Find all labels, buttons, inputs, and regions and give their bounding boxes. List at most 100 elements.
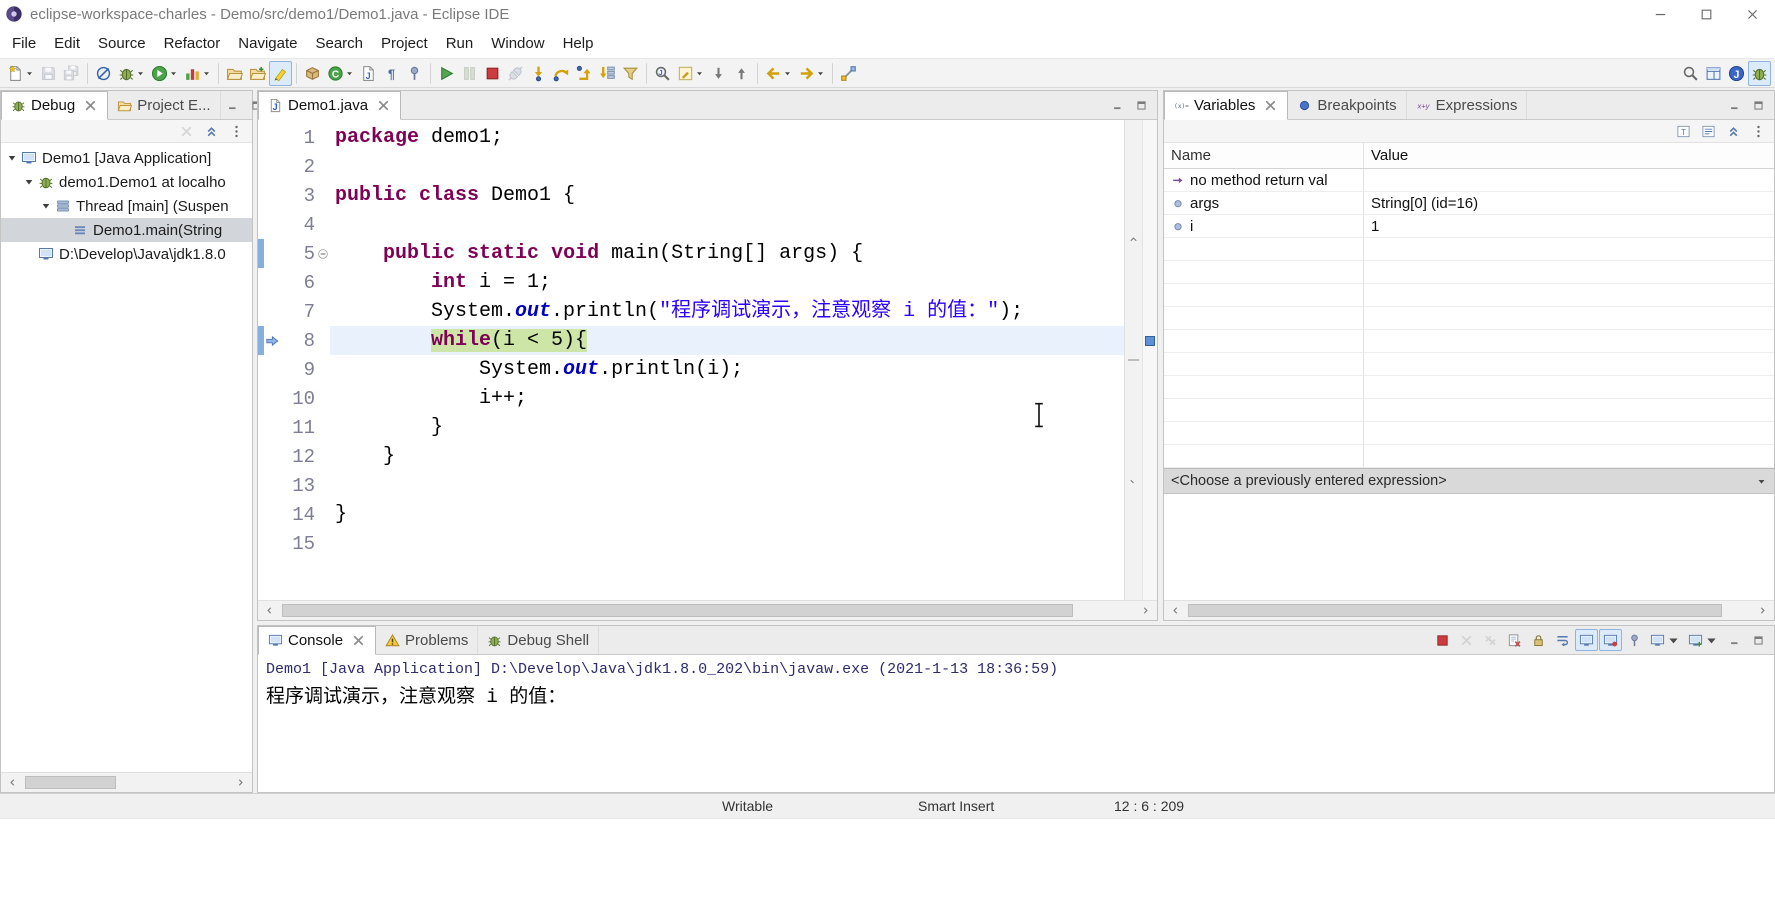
line-number[interactable]: 8	[283, 330, 315, 352]
line-number[interactable]: 10	[283, 388, 315, 410]
open-perspective-button[interactable]	[1702, 61, 1725, 86]
tab-debug[interactable]: Debug	[1, 91, 108, 120]
collapse-all-button[interactable]	[200, 121, 223, 141]
link-with-editor-button[interactable]	[837, 61, 860, 86]
minimize-view-button[interactable]	[221, 94, 244, 116]
column-header-value[interactable]: Value	[1364, 147, 1774, 164]
debug-button[interactable]	[115, 61, 148, 86]
line-number[interactable]: 6	[283, 272, 315, 294]
code-text[interactable]: }	[330, 413, 1124, 442]
tab-close-icon[interactable]	[83, 98, 98, 113]
console-output-area[interactable]: Demo1 [Java Application] D:\Develop\Java…	[258, 655, 1774, 792]
line-number[interactable]: 5	[283, 243, 315, 265]
prev-annotation-button[interactable]	[730, 61, 753, 86]
tab-problems[interactable]: Problems	[376, 626, 478, 654]
line-number[interactable]: 9	[283, 359, 315, 381]
clear-console-button[interactable]	[1503, 629, 1526, 651]
scroll-left-button[interactable]	[1, 773, 24, 792]
line-number[interactable]: 12	[283, 446, 315, 468]
resume-button[interactable]	[435, 61, 458, 86]
line-number[interactable]: 14	[283, 504, 315, 526]
mark-occurrences-button[interactable]	[269, 61, 292, 86]
menu-run[interactable]: Run	[437, 30, 483, 57]
variables-horizontal-scrollbar[interactable]	[1164, 600, 1774, 620]
annotations-button[interactable]	[674, 61, 707, 86]
window-minimize-button[interactable]	[1637, 0, 1683, 28]
step-into-button[interactable]	[527, 61, 550, 86]
search-button[interactable]	[1679, 61, 1702, 86]
variable-row[interactable]: i1	[1164, 215, 1774, 238]
tab-close-icon[interactable]	[1263, 98, 1278, 113]
menu-source[interactable]: Source	[89, 30, 155, 57]
maximize-view-button[interactable]	[1747, 629, 1770, 651]
debug-horizontal-scrollbar[interactable]	[1, 772, 252, 792]
scrollbar-track[interactable]	[281, 601, 1134, 620]
maximize-view-button[interactable]	[1747, 94, 1770, 116]
menu-project[interactable]: Project	[372, 30, 437, 57]
create-javadoc-button[interactable]: J	[357, 61, 380, 86]
line-number[interactable]: 15	[283, 533, 315, 555]
remove-all-launches-button[interactable]	[1479, 629, 1502, 651]
scroll-lock-button[interactable]	[1527, 629, 1550, 651]
line-number[interactable]: 4	[283, 214, 315, 236]
open-console-button[interactable]	[1685, 629, 1722, 651]
expander-icon[interactable]	[22, 176, 36, 188]
scroll-right-button[interactable]	[1134, 601, 1157, 620]
tab-debug-shell[interactable]: Debug Shell	[478, 626, 599, 654]
back-button[interactable]	[762, 61, 795, 86]
show-type-names-button[interactable]: T	[1672, 121, 1695, 141]
code-text[interactable]: public class Demo1 {	[330, 181, 1124, 210]
debug-tree-item[interactable]: Demo1 [Java Application]	[1, 146, 252, 170]
debug-tree-item[interactable]: demo1.Demo1 at localho	[1, 170, 252, 194]
scroll-right-button[interactable]	[229, 773, 252, 792]
code-text[interactable]: while(i < 5){	[330, 326, 1124, 355]
scrollbar-thumb[interactable]	[25, 776, 116, 789]
code-text[interactable]: public static void main(String[] args) {	[330, 239, 1124, 268]
menu-window[interactable]: Window	[482, 30, 553, 57]
step-over-button[interactable]	[550, 61, 573, 86]
new-wizard-button[interactable]	[4, 61, 37, 86]
step-return-button[interactable]	[573, 61, 596, 86]
menu-edit[interactable]: Edit	[45, 30, 89, 57]
column-header-name[interactable]: Name	[1164, 143, 1364, 168]
skip-all-breakpoints-button[interactable]	[92, 61, 115, 86]
window-maximize-button[interactable]	[1683, 0, 1729, 28]
scrollbar-track[interactable]	[1187, 601, 1751, 620]
overview-ruler[interactable]	[1142, 120, 1157, 600]
run-button[interactable]	[148, 61, 181, 86]
debug-tree-item[interactable]: Thread [main] (Suspen	[1, 194, 252, 218]
new-class-button[interactable]: C	[324, 61, 357, 86]
tab-close-icon[interactable]	[351, 633, 366, 648]
code-text[interactable]: System.out.println("程序调试演示，注意观察 i 的值：");	[330, 297, 1124, 326]
drop-to-frame-button[interactable]	[596, 61, 619, 86]
code-text[interactable]: System.out.println(i);	[330, 355, 1124, 384]
scrollbar-thumb[interactable]	[1128, 359, 1139, 361]
tab-demo1-java[interactable]: JDemo1.java	[258, 91, 401, 120]
tab-close-icon[interactable]	[376, 98, 391, 113]
line-number[interactable]: 13	[283, 475, 315, 497]
debug-tree-item[interactable]: Demo1.main(String	[1, 218, 252, 242]
code-editor[interactable]: 1package demo1;23public class Demo1 {45 …	[258, 120, 1124, 600]
menu-file[interactable]: File	[3, 30, 45, 57]
code-text[interactable]: package demo1;	[330, 123, 1124, 152]
pin-editor-button[interactable]	[403, 61, 426, 86]
minimize-view-button[interactable]	[1106, 94, 1129, 116]
scrollbar-thumb[interactable]	[282, 604, 1073, 617]
suspend-button[interactable]	[458, 61, 481, 86]
java-perspective-button[interactable]: J	[1725, 61, 1748, 86]
tab-breakpoints[interactable]: Breakpoints	[1288, 91, 1406, 119]
expression-chooser[interactable]: <Choose a previously entered expression>	[1164, 468, 1774, 494]
expander-icon[interactable]	[5, 152, 19, 164]
scrollbar-track[interactable]	[24, 773, 229, 792]
new-package-button[interactable]	[301, 61, 324, 86]
variable-detail-pane[interactable]	[1164, 494, 1774, 600]
maximize-view-button[interactable]	[1130, 94, 1153, 116]
debug-tree-item[interactable]: D:\Develop\Java\jdk1.8.0	[1, 242, 252, 266]
show-console-error-button[interactable]	[1599, 629, 1622, 651]
variable-row[interactable]: no method return val	[1164, 169, 1774, 192]
show-console-output-button[interactable]	[1575, 629, 1598, 651]
show-whitespace-button[interactable]: ¶	[380, 61, 403, 86]
new-folder-button[interactable]	[223, 61, 246, 86]
menu-navigate[interactable]: Navigate	[229, 30, 306, 57]
pin-console-button[interactable]	[1623, 629, 1646, 651]
